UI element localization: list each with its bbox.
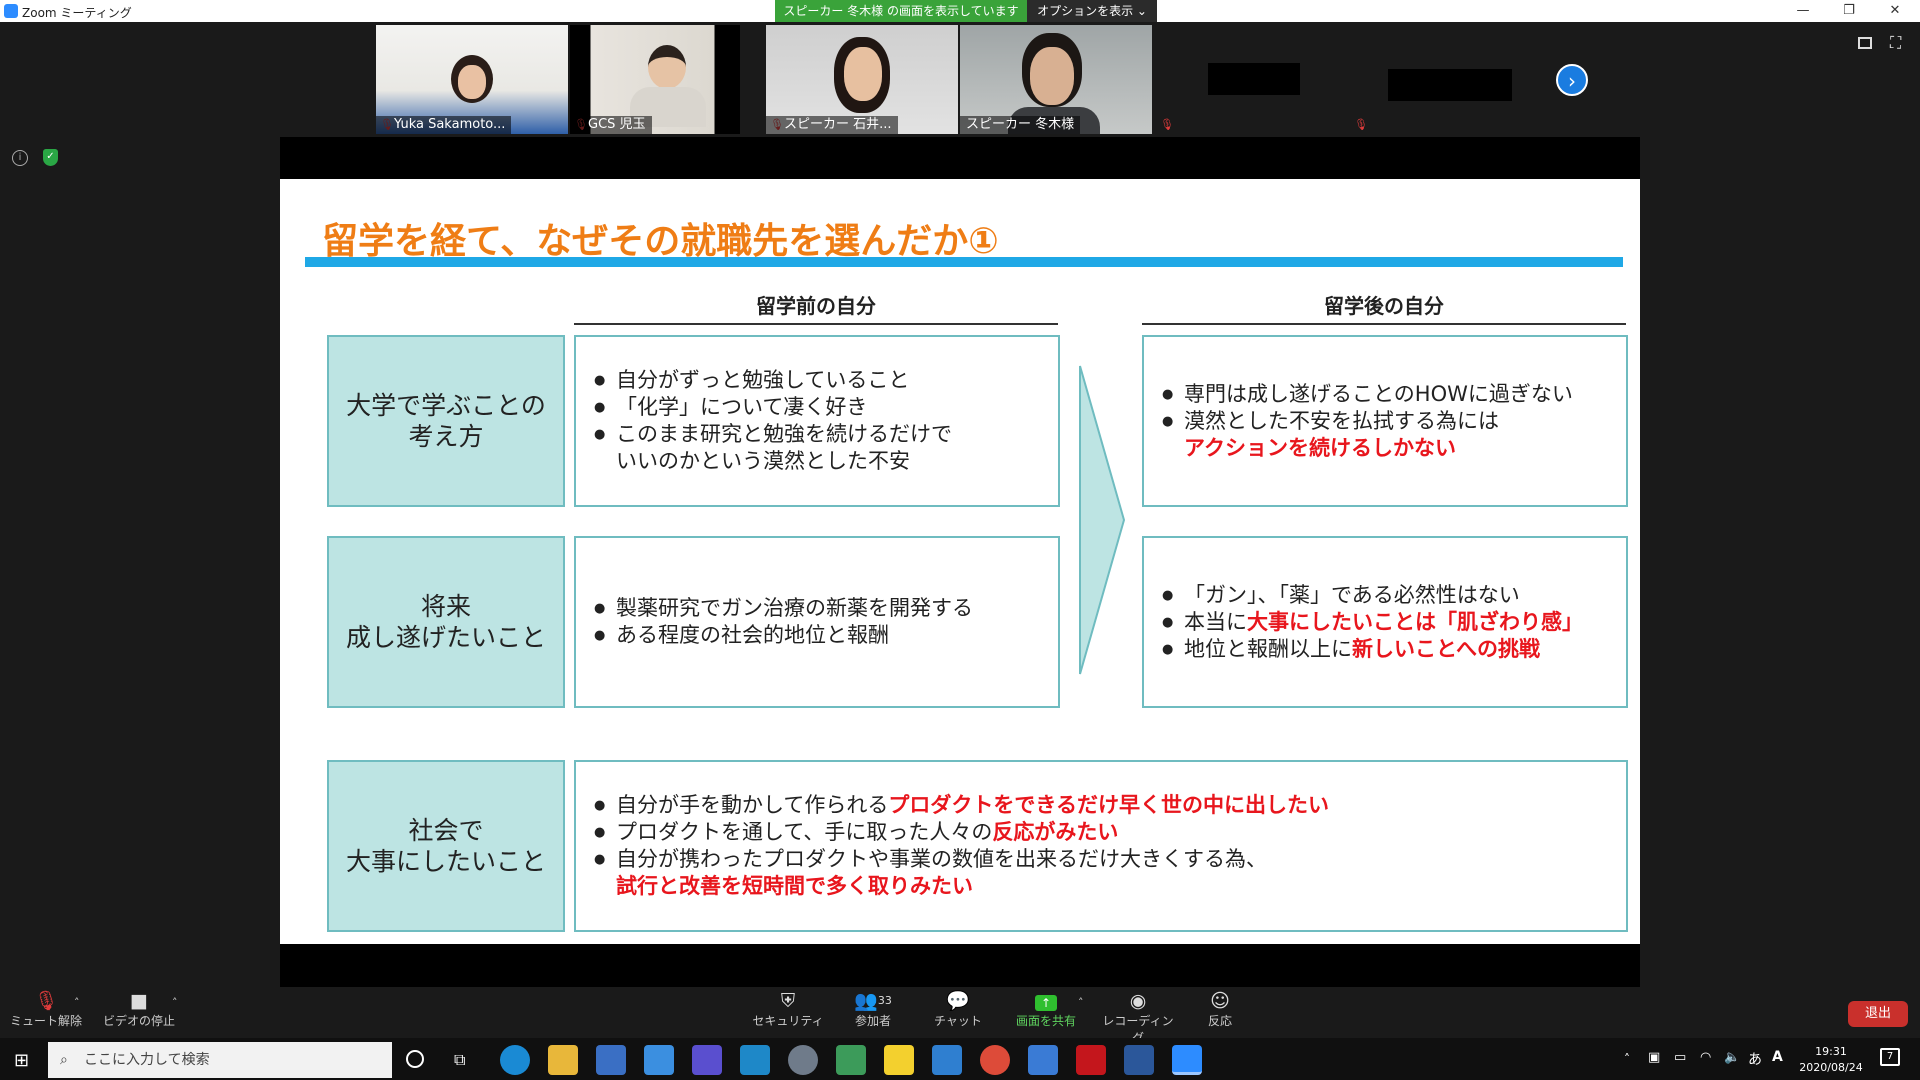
task-view-icon[interactable]: ⧉ [454, 1050, 465, 1070]
participants-button[interactable]: 👥33 参加者 [842, 990, 904, 1029]
stop-video-button[interactable]: ■ ビデオの停止 [100, 990, 178, 1029]
close-button[interactable]: ✕ [1872, 0, 1918, 22]
battery-icon[interactable]: ▭ [1674, 1050, 1686, 1065]
share-screen-button[interactable]: ↑ 画面を共有 [1010, 990, 1082, 1029]
taskbar-clock[interactable]: 19:31 2020/08/24 [1796, 1044, 1866, 1076]
app-window-icon[interactable] [740, 1045, 770, 1075]
before-cell: 製薬研究でガン治療の新薬を開発する ある程度の社会的地位と報酬 [574, 536, 1060, 708]
transition-arrow [1079, 365, 1126, 675]
view-layout-icon[interactable] [1858, 37, 1872, 49]
row-label: 大学で学ぶことの 考え方 [327, 335, 565, 507]
column-header-before: 留学前の自分 [756, 294, 876, 318]
muted-mic-icon: 🎙 [1160, 118, 1174, 131]
ime-indicator[interactable]: あ [1748, 1049, 1762, 1069]
screen-share-banner: スピーカー 冬木様 の画面を表示しています [775, 0, 1027, 22]
participant-video-off[interactable]: 🎙 [1156, 25, 1348, 134]
info-icon[interactable]: i [12, 150, 28, 166]
participant-video-active-speaker[interactable]: スピーカー 冬木様 [960, 25, 1152, 134]
column-header-after: 留学後の自分 [1324, 294, 1444, 318]
audio-options-chevron-icon[interactable]: ˄ [74, 996, 80, 1009]
monitor-app-icon[interactable] [1028, 1045, 1058, 1075]
after-cell: 専門は成し遂げることのHOWに過ぎない 漠然とした不安を払拭する為には アクショ… [1142, 335, 1628, 507]
participant-video[interactable]: 🎙 スピーカー 石井... [766, 25, 958, 134]
windows-start-icon[interactable]: ⊞ [14, 1050, 29, 1071]
video-options-chevron-icon[interactable]: ˄ [172, 996, 178, 1009]
row-label: 社会で 大事にしたいこと [327, 760, 565, 932]
volume-icon[interactable]: 🔈 [1724, 1050, 1740, 1065]
fullscreen-icon[interactable]: ⛶ [1890, 35, 1906, 51]
leave-meeting-button[interactable]: 退出 [1848, 1001, 1908, 1027]
zoom-taskbar-icon[interactable] [1172, 1045, 1202, 1075]
input-mode-icon[interactable]: A [1772, 1049, 1783, 1065]
participants-icon: 👥33 [854, 990, 892, 1012]
store-icon[interactable] [596, 1045, 626, 1075]
wifi-icon[interactable]: ◠ [1700, 1050, 1711, 1065]
participant-name: GCS 児玉 [570, 116, 652, 134]
edge-browser-icon[interactable] [500, 1045, 530, 1075]
network-icon[interactable]: ▣ [1648, 1050, 1660, 1065]
before-cell: 自分がずっと勉強していること 「化学」について凄く好き このまま研究と勉強を続け… [574, 335, 1060, 507]
window-title: Zoom ミーティング [22, 6, 132, 20]
zoom-logo-icon [4, 4, 18, 18]
emoji-icon: ☺ [1210, 990, 1230, 1012]
next-page-arrow-icon[interactable]: › [1556, 64, 1588, 96]
chrome-icon[interactable] [980, 1045, 1010, 1075]
participant-video[interactable]: 🎙 Yuka Sakamoto... [376, 25, 568, 134]
view-options-button[interactable]: オプションを表示 ⌄ [1027, 0, 1157, 22]
security-button[interactable]: ⛨ セキュリティ [752, 990, 824, 1029]
notification-center-icon[interactable]: 7 [1880, 1048, 1900, 1066]
title-underline [305, 257, 1623, 267]
encryption-shield-icon[interactable]: ✓ [43, 149, 58, 166]
participant-name: スピーカー 石井... [766, 116, 898, 134]
record-icon: ◉ [1129, 990, 1147, 1012]
muted-mic-icon: 🎙 [33, 990, 59, 1012]
file-explorer-icon[interactable] [548, 1045, 578, 1075]
acrobat-icon[interactable] [1076, 1045, 1106, 1075]
minimize-button[interactable]: — [1780, 0, 1826, 22]
paint-icon[interactable] [788, 1045, 818, 1075]
search-icon: ⌕ [60, 1052, 68, 1068]
restore-button[interactable]: ❐ [1826, 0, 1872, 22]
participant-name: スピーカー 冬木様 [960, 116, 1081, 134]
share-screen-icon: ↑ [1010, 990, 1082, 1012]
row-label: 将来 成し遂げたいこと [327, 536, 565, 708]
after-cell: 「ガン」、「薬」である必然性はない 本当に大事にしたいことは「肌ざわり感」 地位… [1142, 536, 1628, 708]
unmute-button[interactable]: 🎙 ミュート解除 [10, 990, 82, 1029]
tray-chevron-icon[interactable]: ˄ [1624, 1052, 1630, 1066]
chat-bubble-icon: 💬 [946, 990, 970, 1012]
mail-at-icon[interactable] [644, 1045, 674, 1075]
participant-video[interactable]: 🎙 GCS 児玉 [570, 25, 740, 134]
shield-icon: ⛨ [780, 990, 796, 1012]
sticky-notes-icon[interactable] [884, 1045, 914, 1075]
share-options-chevron-icon[interactable]: ˄ [1078, 996, 1084, 1009]
chat-button[interactable]: 💬 チャット [928, 990, 988, 1029]
reactions-button[interactable]: ☺ 反応 [1196, 990, 1244, 1029]
mail-icon[interactable] [932, 1045, 962, 1075]
muted-mic-icon: 🎙 [1354, 118, 1368, 131]
cortana-icon[interactable] [406, 1050, 424, 1068]
calendar-app-icon[interactable] [692, 1045, 722, 1075]
camera-icon: ■ [130, 990, 148, 1012]
divider [1142, 323, 1626, 325]
participant-name: Yuka Sakamoto... [376, 116, 512, 134]
taskbar-search-box[interactable]: ⌕ ここに入力して検索 [48, 1042, 392, 1078]
society-cell: 自分が手を動かして作られるプロダクトをできるだけ早く世の中に出したい プロダクト… [574, 760, 1628, 932]
word-icon[interactable] [1124, 1045, 1154, 1075]
divider [574, 323, 1058, 325]
photos-icon[interactable] [836, 1045, 866, 1075]
participant-video-off[interactable]: 🎙 [1350, 25, 1542, 134]
